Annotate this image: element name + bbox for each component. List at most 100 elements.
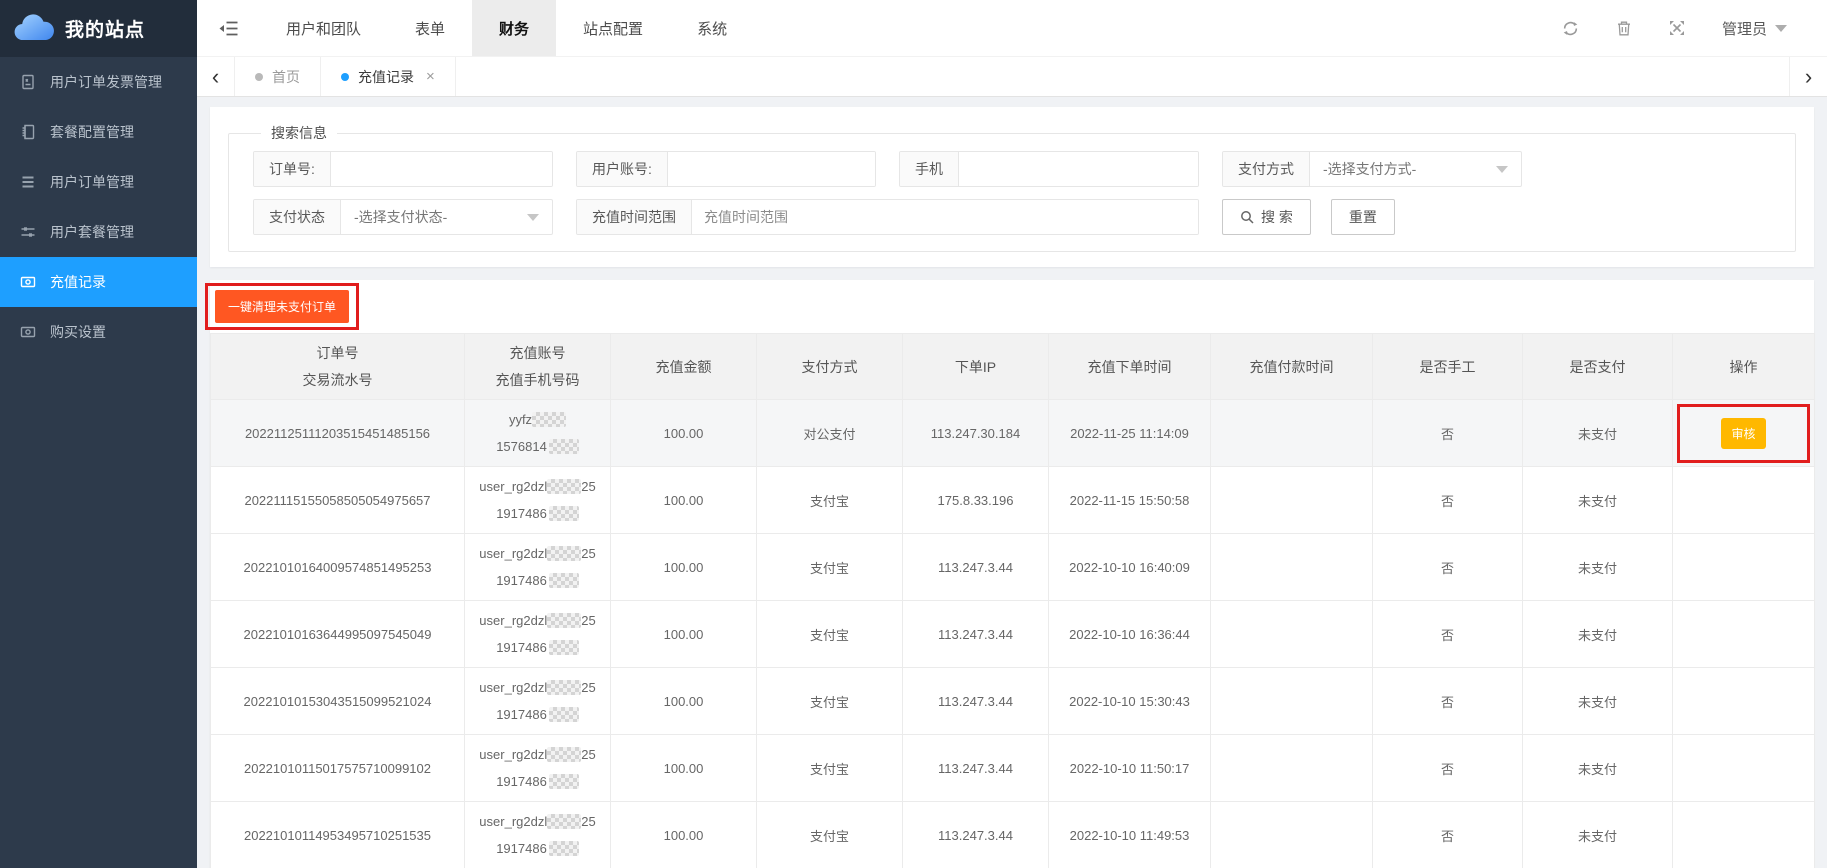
cell-pay-status: 未支付: [1523, 668, 1673, 735]
chevron-right-icon: ›: [1805, 64, 1812, 90]
table-row[interactable]: 20221010163644995097545049 user_rg2dzl25…: [211, 601, 1815, 668]
account-text: user_rg2dzl: [479, 814, 547, 829]
cell-account: user_rg2dzl25 1917486: [465, 467, 611, 534]
account-mosaic-blur: [547, 814, 581, 829]
col-header-actions: 操作: [1673, 334, 1815, 400]
phone-mosaic-blur: [549, 573, 579, 588]
reset-button[interactable]: 重置: [1331, 199, 1395, 235]
tabs-next-button[interactable]: ›: [1789, 57, 1827, 96]
col-header-order-no: 订单号交易流水号: [211, 334, 465, 400]
tab-label: 充值记录: [358, 67, 414, 87]
refresh-icon[interactable]: [1562, 20, 1579, 37]
cell-account: user_rg2dzl25 1917486: [465, 534, 611, 601]
nav-item-users-teams[interactable]: 用户和团队: [259, 0, 388, 56]
account-mosaic-blur: [547, 546, 581, 561]
cell-amount: 100.00: [611, 467, 757, 534]
cell-amount: 100.00: [611, 802, 757, 868]
cell-ip: 175.8.33.196: [903, 467, 1049, 534]
cell-order-time: 2022-10-10 16:40:09: [1049, 534, 1211, 601]
fullscreen-icon[interactable]: [1669, 20, 1685, 36]
clear-unpaid-annotation-box: 一键清理未支付订单: [205, 283, 359, 330]
chevron-down-icon: [527, 214, 539, 221]
account-mosaic-blur: [547, 680, 581, 695]
phone-mosaic-blur: [549, 774, 579, 789]
admin-dropdown[interactable]: 管理员: [1722, 18, 1787, 39]
col-header-order-time: 充值下单时间: [1049, 334, 1211, 400]
sidebar-item-user-orders[interactable]: 用户订单管理: [0, 157, 197, 207]
cell-order-no: 20221010164009574851495253: [211, 534, 465, 601]
nav-item-site-config[interactable]: 站点配置: [556, 0, 670, 56]
sidebar-item-user-order-invoice[interactable]: 用户订单发票管理: [0, 57, 197, 107]
sidebar-item-recharge-records[interactable]: 充值记录: [0, 257, 197, 307]
cell-pay-time: [1211, 400, 1373, 467]
cell-ip: 113.247.3.44: [903, 534, 1049, 601]
cell-manual: 否: [1373, 802, 1523, 868]
cell-method: 对公支付: [757, 400, 903, 467]
app-logo: 我的站点: [0, 0, 197, 57]
search-button[interactable]: 搜 索: [1222, 199, 1311, 235]
close-icon[interactable]: ×: [426, 68, 435, 85]
col-header-pay-time: 充值付款时间: [1211, 334, 1373, 400]
time-range-input[interactable]: [692, 200, 1198, 234]
table-row[interactable]: 20221010153043515099521024 user_rg2dzl25…: [211, 668, 1815, 735]
table-row[interactable]: 20221115155058505054975657 user_rg2dzl25…: [211, 467, 1815, 534]
table-row[interactable]: 20221125111203515451485156 yyfz 1576814 …: [211, 400, 1815, 467]
order-no-input[interactable]: [331, 152, 552, 186]
col-header-ip: 下单IP: [903, 334, 1049, 400]
nav-item-label: 站点配置: [583, 18, 643, 39]
nav-item-finance[interactable]: 财务: [472, 0, 556, 56]
user-account-label: 用户账号:: [577, 152, 668, 186]
sidebar-item-label: 套餐配置管理: [50, 122, 134, 142]
cell-pay-status: 未支付: [1523, 601, 1673, 668]
cell-pay-time: [1211, 601, 1373, 668]
top-header: 用户和团队 表单 财务 站点配置 系统: [197, 0, 1827, 57]
sidebar-item-package-config[interactable]: 套餐配置管理: [0, 107, 197, 157]
sidebar-item-label: 充值记录: [50, 272, 106, 292]
reset-button-label: 重置: [1349, 207, 1377, 227]
order-list-icon: [20, 174, 38, 190]
trash-icon[interactable]: [1616, 20, 1632, 37]
banknote-icon: [20, 274, 38, 290]
cell-method: 支付宝: [757, 467, 903, 534]
cell-manual: 否: [1373, 735, 1523, 802]
pay-status-select[interactable]: -选择支付状态-: [341, 200, 552, 234]
user-account-input[interactable]: [668, 152, 875, 186]
clear-unpaid-orders-button[interactable]: 一键清理未支付订单: [215, 290, 349, 323]
nav-item-system[interactable]: 系统: [670, 0, 754, 56]
phone-mosaic-blur: [549, 439, 579, 454]
cell-manual: 否: [1373, 467, 1523, 534]
nav-item-forms[interactable]: 表单: [388, 0, 472, 56]
cell-order-no: 20221125111203515451485156: [211, 400, 465, 467]
table-row[interactable]: 20221010114953495710251535 user_rg2dzl25…: [211, 802, 1815, 868]
account-suffix-text: 25: [581, 613, 595, 628]
search-icon: [1240, 210, 1254, 224]
cell-actions: [1673, 467, 1815, 534]
order-no-field-group: 订单号:: [253, 151, 553, 187]
phone-mosaic-blur: [549, 506, 579, 521]
chevron-down-icon: [1775, 25, 1787, 32]
sidebar-item-user-packages[interactable]: 用户套餐管理: [0, 207, 197, 257]
cell-order-time: 2022-10-10 15:30:43: [1049, 668, 1211, 735]
account-text: user_rg2dzl: [479, 546, 547, 561]
tabs-prev-button[interactable]: ‹: [197, 57, 235, 96]
cell-ip: 113.247.3.44: [903, 802, 1049, 868]
account-text: user_rg2dzl: [479, 479, 547, 494]
phone-mosaic-blur: [549, 841, 579, 856]
collapse-sidebar-button[interactable]: [197, 0, 259, 56]
audit-button[interactable]: 审核: [1721, 418, 1765, 449]
sidebar-item-purchase-settings[interactable]: 购买设置: [0, 307, 197, 357]
tab-label: 首页: [272, 67, 300, 87]
cell-actions: [1673, 601, 1815, 668]
phone-input[interactable]: [959, 152, 1198, 186]
pay-method-select[interactable]: -选择支付方式-: [1310, 152, 1521, 186]
sidebar-item-label: 用户订单发票管理: [50, 72, 162, 92]
tab-home[interactable]: 首页: [235, 57, 321, 96]
table-row[interactable]: 20221010164009574851495253 user_rg2dzl25…: [211, 534, 1815, 601]
cell-amount: 100.00: [611, 735, 757, 802]
cell-actions: 审核: [1673, 400, 1815, 467]
cell-actions: [1673, 735, 1815, 802]
table-row[interactable]: 20221010115017575710099102 user_rg2dzl25…: [211, 735, 1815, 802]
pay-method-selected-value: -选择支付方式-: [1323, 159, 1416, 179]
col-header-method: 支付方式: [757, 334, 903, 400]
tab-recharge-records[interactable]: 充值记录 ×: [321, 57, 456, 96]
